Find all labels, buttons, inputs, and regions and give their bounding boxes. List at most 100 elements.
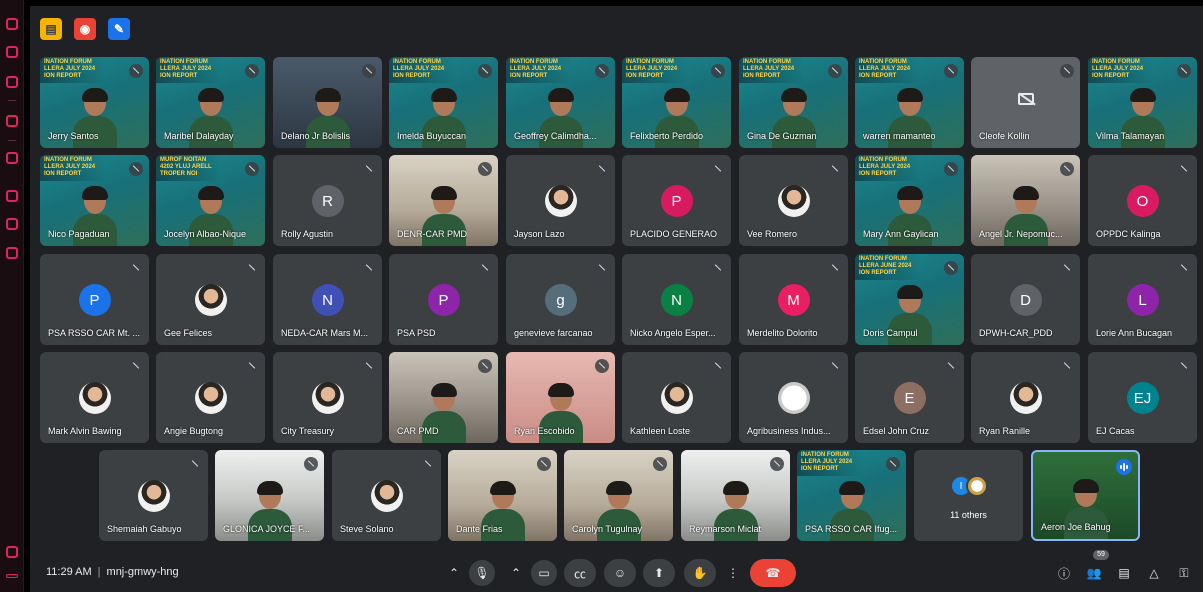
participant-tile[interactable]: Shemaiah Gabuyo xyxy=(99,450,208,541)
participant-logo-avatar xyxy=(777,382,810,414)
participant-tile[interactable]: INATION FORUM LLERA JULY 2024 ION REPORT… xyxy=(855,57,964,148)
microphone-icon[interactable]: 🎙 xyxy=(469,560,496,586)
camera-icon[interactable]: ▭ xyxy=(531,560,558,586)
recording-button[interactable]: ◉ xyxy=(74,18,96,40)
participant-tile[interactable]: D DPWH-CAR_PDD xyxy=(971,254,1080,345)
participant-tile[interactable]: Carolyn Tugulnay xyxy=(564,450,673,541)
mic-off-icon xyxy=(245,359,259,373)
participant-tile[interactable]: Vee Romero xyxy=(739,155,848,246)
clock-time: 11:29 AM xyxy=(46,566,92,578)
more-icon[interactable] xyxy=(6,574,18,578)
activities-button[interactable]: △ xyxy=(1144,564,1164,582)
forum-banner-text: INATION FORUM LLERA JULY 2024 ION REPORT xyxy=(160,59,212,79)
forum-banner-text: INATION FORUM LLERA JULY 2024 ION REPORT xyxy=(1092,59,1144,79)
participant-tile[interactable]: INATION FORUM LLERA JUNE 2024 ION REPORT… xyxy=(855,254,964,345)
participant-tile[interactable]: Angel Jr. Nepomuc... xyxy=(971,155,1080,246)
participant-tile[interactable]: GLONICA JOYCE F... xyxy=(215,450,324,541)
participant-initial-avatar: R xyxy=(311,185,344,217)
participant-tile[interactable]: g genevieve farcanao xyxy=(506,254,615,345)
participant-tile[interactable]: O OPPDC Kalinga xyxy=(1088,155,1197,246)
participant-tile[interactable]: EJ EJ Cacas xyxy=(1088,352,1197,443)
meeting-details-button[interactable]: ⓘ xyxy=(1054,564,1074,582)
participant-tile[interactable]: P PSA PSD xyxy=(389,254,498,345)
participant-tile[interactable]: INATION FORUM LLERA JULY 2024 ION REPORT… xyxy=(797,450,906,541)
participant-tile[interactable]: Steve Solano xyxy=(332,450,441,541)
calendar-icon[interactable] xyxy=(6,76,18,88)
participant-tile[interactable]: M Merdelito Dolorito xyxy=(739,254,848,345)
home-icon[interactable] xyxy=(6,18,18,30)
edit-button[interactable]: ✎ xyxy=(108,18,130,40)
mic-off-icon xyxy=(828,261,842,275)
mic-off-icon xyxy=(537,457,551,471)
participant-tile[interactable]: P PLACIDO GENERAO xyxy=(622,155,731,246)
participant-tile[interactable]: N NEDA-CAR Mars M... xyxy=(273,254,382,345)
participant-tile[interactable]: E Edsel John Cruz xyxy=(855,352,964,443)
participant-photo-avatar xyxy=(544,185,577,217)
participant-tile[interactable]: CAR PMD xyxy=(389,352,498,443)
participant-tile[interactable]: Delano Jr Bolislis xyxy=(273,57,382,148)
participant-tile[interactable]: INATION FORUM LLERA JULY 2024 ION REPORT… xyxy=(40,155,149,246)
notes-button[interactable]: ▤ xyxy=(40,18,62,40)
camera-control[interactable]: ⌃ ▭ xyxy=(505,559,563,587)
raise-hand-button[interactable]: ✋ xyxy=(684,559,716,587)
participant-name: Nicko Angelo Esper... xyxy=(630,328,716,338)
mic-off-icon xyxy=(711,162,725,176)
participant-tile[interactable]: Angie Bugtong xyxy=(156,352,265,443)
forum-banner-text: INATION FORUM LLERA JULY 2024 ION REPORT xyxy=(743,59,795,79)
more-options-button[interactable]: ⋮ xyxy=(723,559,743,587)
participant-photo-avatar xyxy=(78,382,111,414)
participant-tile[interactable]: Ryan Escobido xyxy=(506,352,615,443)
play-icon[interactable] xyxy=(6,152,18,164)
present-button[interactable]: ⬆ xyxy=(643,559,675,587)
reactions-button[interactable]: ☺ xyxy=(604,559,636,587)
participant-tile[interactable]: DENR-CAR PMD xyxy=(389,155,498,246)
participant-tile[interactable]: INATION FORUM LLERA JULY 2024 ION REPORT… xyxy=(855,155,964,246)
activities-icon: △ xyxy=(1149,566,1159,580)
participant-tile[interactable]: Jayson Lazo xyxy=(506,155,615,246)
participant-tile[interactable]: N Nicko Angelo Esper... xyxy=(622,254,731,345)
chat-icon[interactable] xyxy=(6,46,18,58)
clock-icon[interactable] xyxy=(6,190,18,202)
captions-button[interactable]: ㏄ xyxy=(564,559,596,587)
participant-tile[interactable]: P PSA RSSO CAR Mt. ... xyxy=(40,254,149,345)
participant-tile[interactable]: Aeron Joe Bahug xyxy=(1031,450,1140,541)
cube-icon[interactable] xyxy=(6,218,18,230)
others-tile[interactable]: I 11 others xyxy=(914,450,1023,541)
apps-icon[interactable] xyxy=(6,115,18,127)
participant-tile[interactable]: R Rolly Agustin xyxy=(273,155,382,246)
participant-tile[interactable]: L Lorie Ann Bucagan xyxy=(1088,254,1197,345)
chevron-up-icon[interactable]: ⌃ xyxy=(511,566,521,580)
mic-off-icon xyxy=(1177,261,1191,275)
participant-tile[interactable]: Gee Felices xyxy=(156,254,265,345)
participant-tile[interactable]: INATION FORUM LLERA JULY 2024 ION REPORT… xyxy=(40,57,149,148)
host-controls-button[interactable]: ⚿ xyxy=(1174,564,1194,582)
participant-tile[interactable]: Reymarson Miclat xyxy=(681,450,790,541)
mic-off-icon xyxy=(828,64,842,78)
participant-name: City Treasury xyxy=(281,426,335,436)
participant-tile[interactable]: Kathleen Loste xyxy=(622,352,731,443)
people-button[interactable]: 👥 xyxy=(1084,564,1104,582)
participant-tile[interactable]: City Treasury xyxy=(273,352,382,443)
participant-tile[interactable]: Agribusiness Indus... xyxy=(739,352,848,443)
sidebar-toggle-icon[interactable] xyxy=(6,546,18,558)
leave-call-button[interactable]: ☎ xyxy=(750,559,796,587)
participant-tile[interactable]: Ryan Ranille xyxy=(971,352,1080,443)
more-vert-icon: ⋮ xyxy=(727,566,739,580)
chat-button[interactable]: ▤ xyxy=(1114,564,1134,582)
microphone-control[interactable]: ⌃ 🎙 xyxy=(443,559,501,587)
participant-tile[interactable]: INATION FORUM LLERA JULY 2024 ION REPORT… xyxy=(156,57,265,148)
participant-tile[interactable]: Cleofe Kollin xyxy=(971,57,1080,148)
participant-tile[interactable]: Mark Alvin Bawing xyxy=(40,352,149,443)
participant-tile[interactable]: INATION FORUM LLERA JULY 2024 ION REPORT… xyxy=(506,57,615,148)
chat-icon: ▤ xyxy=(1118,566,1130,580)
settings-icon[interactable] xyxy=(6,247,18,259)
participant-tile[interactable]: INATION FORUM LLERA JULY 2024 ION REPORT… xyxy=(1088,57,1197,148)
participant-tile[interactable]: INATION FORUM LLERA JULY 2024 ION REPORT… xyxy=(389,57,498,148)
participant-tile[interactable]: MUROF NOITAN 4202 YLUJ ARELL TROPER NOI J… xyxy=(156,155,265,246)
chevron-up-icon[interactable]: ⌃ xyxy=(449,566,459,580)
mic-off-icon xyxy=(828,162,842,176)
participant-tile[interactable]: INATION FORUM LLERA JULY 2024 ION REPORT… xyxy=(622,57,731,148)
participant-tile[interactable]: Dante Frias xyxy=(448,450,557,541)
participant-tile[interactable]: INATION FORUM LLERA JULY 2024 ION REPORT… xyxy=(739,57,848,148)
participant-initial-avatar: EJ xyxy=(1126,382,1159,414)
